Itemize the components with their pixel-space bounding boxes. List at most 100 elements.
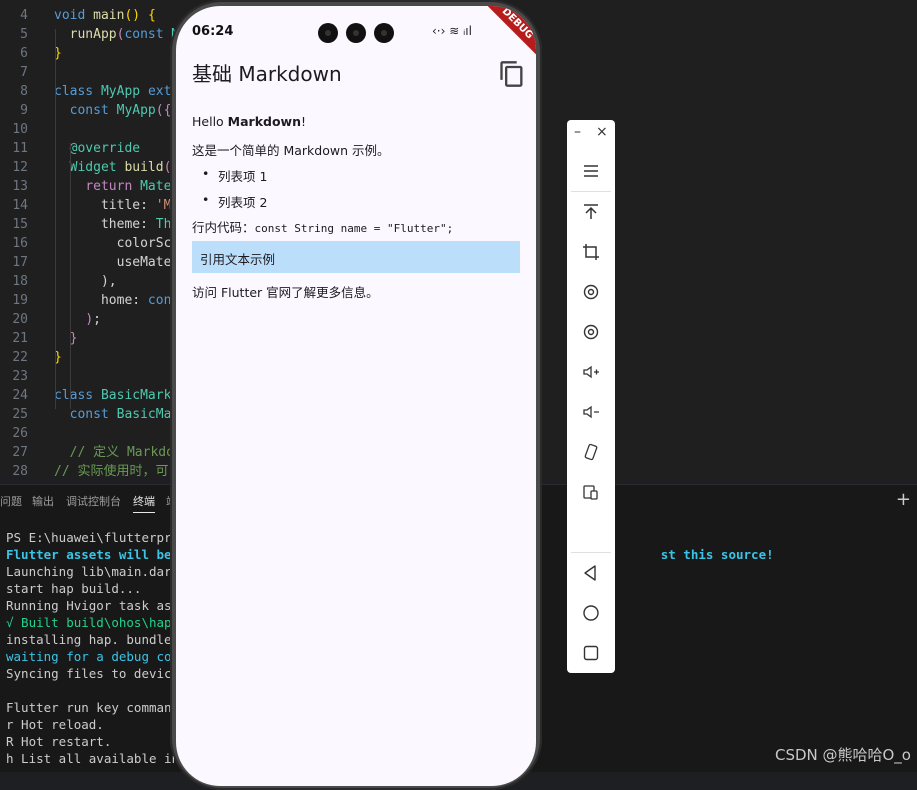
pin-top-button[interactable]	[577, 198, 605, 226]
menu-icon	[584, 165, 598, 177]
close-button[interactable]: ×	[596, 124, 608, 140]
line-number: 15	[12, 217, 28, 232]
md-link-paragraph[interactable]: 访问 Flutter 官网了解更多信息。	[192, 282, 379, 301]
status-time: 06:24	[192, 24, 234, 39]
emulator-toolbar: – ×	[567, 120, 615, 673]
code-text: // 定义 Markdo	[69, 445, 174, 460]
line-number: 25	[12, 407, 28, 422]
menu-button[interactable]	[577, 157, 605, 185]
code-text: runApp(const M	[69, 27, 180, 42]
terminal-line: Syncing files to device	[6, 666, 180, 681]
volume-down-icon	[583, 405, 599, 419]
code-text: }	[69, 331, 78, 346]
line-number: 5	[20, 27, 28, 42]
copy-button[interactable]	[498, 60, 526, 88]
line-number: 27	[12, 445, 28, 460]
line-number: 6	[20, 46, 28, 61]
terminal-line: R Hot restart.	[6, 734, 112, 749]
tab-output[interactable]: 输出	[32, 493, 54, 509]
code-text: void main() {	[54, 8, 156, 23]
line-number: 26	[12, 426, 28, 441]
line-number: 13	[12, 179, 28, 194]
line-number: 22	[12, 350, 28, 365]
watermark: CSDN @熊哈哈O_o	[774, 746, 911, 764]
rotate-right-icon	[583, 324, 599, 340]
line-number: 18	[12, 274, 28, 289]
status-bar: 06:24 ‹·› ≋ ᵢıl	[176, 6, 536, 52]
terminal-line: start hap build...	[6, 581, 142, 596]
crop-icon	[583, 244, 599, 260]
back-button[interactable]	[577, 559, 605, 587]
code-text: useMate	[54, 255, 172, 270]
line-number: 16	[12, 236, 28, 251]
code-text: ),	[54, 274, 117, 289]
terminal-line: h List all available int	[6, 751, 187, 766]
md-blockquote: 引用文本示例	[192, 241, 520, 273]
back-triangle-icon	[584, 565, 596, 581]
indent-guide	[70, 143, 71, 409]
signal-wifi-icon: ‹·› ≋ ᵢıl	[432, 24, 472, 38]
camera-icon	[346, 23, 366, 43]
code-text: home: con	[54, 293, 172, 308]
code-text: theme: Th	[54, 217, 172, 232]
md-paragraph: Hello Markdown!	[192, 114, 307, 129]
terminal-line: Launching lib\main.dart	[6, 564, 180, 579]
pin-top-icon	[584, 204, 598, 219]
app-title: 基础 Markdown	[192, 62, 342, 86]
md-inline-code-paragraph: 行内代码：const String name = "Flutter";	[192, 220, 454, 235]
tab-debug-console[interactable]: 调试控制台	[66, 493, 121, 509]
line-number: 4	[20, 8, 28, 23]
md-paragraph: 这是一个简单的 Markdown 示例。	[192, 143, 390, 158]
indent-guide	[55, 29, 56, 409]
fold-button[interactable]	[577, 438, 605, 466]
terminal-line: Flutter run key commands	[6, 700, 187, 715]
line-number: 28	[12, 464, 28, 479]
rotate-right-button[interactable]	[577, 318, 605, 346]
terminal-line: √ Built build\ohos\hap\e	[6, 615, 187, 630]
recents-square-icon	[583, 645, 599, 661]
code-text: // 实际使用时，可	[54, 464, 169, 479]
line-number: 21	[12, 331, 28, 346]
line-number: 19	[12, 293, 28, 308]
line-number: 14	[12, 198, 28, 213]
home-button[interactable]	[577, 599, 605, 627]
multi-device-button[interactable]	[577, 478, 605, 506]
code-text: );	[85, 312, 101, 327]
line-number: 24	[12, 388, 28, 403]
tab-problems[interactable]: 问题	[0, 493, 22, 509]
terminal-line: PS E:\huawei\flutterproj	[6, 530, 187, 545]
home-circle-icon	[583, 605, 599, 621]
line-number: 17	[12, 255, 28, 270]
crop-button[interactable]	[577, 238, 605, 266]
code-text: const BasicMa	[69, 407, 172, 422]
line-number: 12	[12, 160, 28, 175]
multi-device-icon	[583, 485, 598, 500]
line-number: 9	[20, 103, 28, 118]
volume-down-button[interactable]	[577, 398, 605, 426]
line-number: 10	[12, 122, 28, 137]
rotate-left-button[interactable]	[577, 278, 605, 306]
camera-icon	[318, 23, 338, 43]
volume-up-icon	[583, 365, 599, 379]
terminal-line: waiting for a debug conn	[6, 649, 187, 664]
line-number: 20	[12, 312, 28, 327]
recents-button[interactable]	[577, 639, 605, 667]
code-text: @override	[69, 141, 141, 156]
terminal-line: r Hot reload.	[6, 717, 104, 732]
code-text: class MyApp ext	[54, 84, 172, 99]
line-number: 11	[12, 141, 28, 156]
phone-screen[interactable]: 06:24 ‹·› ≋ ᵢıl DEBUG 基础 Markdown Hello …	[176, 6, 536, 786]
code-text: Widget build(	[69, 160, 172, 175]
rotate-left-icon	[583, 284, 599, 300]
minimize-button[interactable]: –	[574, 124, 581, 140]
code-text: return Mate	[85, 179, 172, 194]
terminal-line: installing hap. bundleNa	[6, 632, 187, 647]
tab-terminal[interactable]: 终端	[133, 493, 155, 513]
copy-icon	[500, 61, 523, 87]
fold-device-icon	[584, 443, 598, 461]
line-number: 7	[20, 65, 28, 80]
add-terminal-button[interactable]: +	[896, 489, 911, 510]
code-text: const MyApp({	[69, 103, 172, 118]
line-number: 23	[12, 369, 28, 384]
volume-up-button[interactable]	[577, 358, 605, 386]
